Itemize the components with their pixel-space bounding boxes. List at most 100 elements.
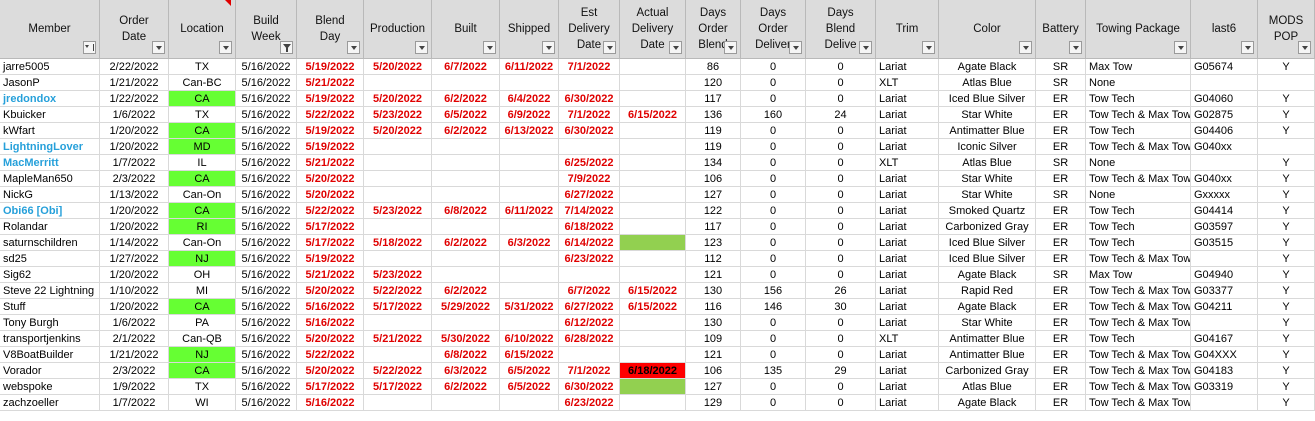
cell-days-order-blend[interactable]: 86 (686, 59, 741, 75)
cell-days-blend-deliver[interactable]: 0 (806, 59, 876, 75)
cell-shipped[interactable] (500, 155, 559, 171)
cell-days-blend-deliver[interactable]: 0 (806, 91, 876, 107)
cell-member[interactable]: JasonP (0, 75, 100, 91)
cell-location[interactable]: Can-QB (169, 331, 236, 347)
cell-est-delivery-date[interactable]: 7/1/2022 (559, 363, 620, 379)
cell-shipped[interactable]: 6/13/2022 (500, 123, 559, 139)
cell-battery[interactable]: SR (1036, 75, 1086, 91)
cell-last6[interactable] (1191, 75, 1258, 91)
cell-member[interactable]: Stuff (0, 299, 100, 315)
cell-color[interactable]: Star White (939, 107, 1036, 123)
cell-blend-day[interactable]: 5/20/2022 (297, 187, 364, 203)
cell-color[interactable]: Star White (939, 315, 1036, 331)
cell-production[interactable] (364, 75, 432, 91)
cell-built[interactable] (432, 75, 500, 91)
cell-order-date[interactable]: 1/10/2022 (100, 283, 169, 299)
cell-blend-day[interactable]: 5/22/2022 (297, 203, 364, 219)
cell-member[interactable]: NickG (0, 187, 100, 203)
cell-built[interactable] (432, 155, 500, 171)
cell-est-delivery-date[interactable] (559, 139, 620, 155)
cell-est-delivery-date[interactable] (559, 347, 620, 363)
cell-est-delivery-date[interactable]: 7/14/2022 (559, 203, 620, 219)
cell-days-order-blend[interactable]: 106 (686, 363, 741, 379)
cell-last6[interactable]: G04XXX (1191, 347, 1258, 363)
cell-last6[interactable]: G04183 (1191, 363, 1258, 379)
cell-est-delivery-date[interactable]: 6/30/2022 (559, 123, 620, 139)
cell-member[interactable]: Vorador (0, 363, 100, 379)
cell-towing-package[interactable]: Tow Tech & Max Tow (1086, 171, 1191, 187)
cell-shipped[interactable]: 6/5/2022 (500, 363, 559, 379)
cell-actual-delivery-date[interactable] (620, 251, 686, 267)
cell-location[interactable]: IL (169, 155, 236, 171)
cell-color[interactable]: Agate Black (939, 395, 1036, 411)
cell-order-date[interactable]: 1/14/2022 (100, 235, 169, 251)
cell-location[interactable]: OH (169, 267, 236, 283)
cell-member[interactable]: Obi66 [Obi] (0, 203, 100, 219)
cell-trim[interactable]: Lariat (876, 203, 939, 219)
cell-days-order-deliver[interactable]: 0 (741, 267, 806, 283)
cell-mods-pop[interactable]: Y (1258, 91, 1315, 107)
cell-order-date[interactable]: 1/20/2022 (100, 219, 169, 235)
cell-production[interactable]: 5/17/2022 (364, 379, 432, 395)
cell-blend-day[interactable]: 5/19/2022 (297, 91, 364, 107)
cell-order-date[interactable]: 1/21/2022 (100, 75, 169, 91)
cell-battery[interactable]: ER (1036, 379, 1086, 395)
cell-days-order-deliver[interactable]: 0 (741, 395, 806, 411)
cell-member[interactable]: webspoke (0, 379, 100, 395)
cell-build-week[interactable]: 5/16/2022 (236, 315, 297, 331)
cell-trim[interactable]: Lariat (876, 363, 939, 379)
cell-color[interactable]: Carbonized Gray (939, 363, 1036, 379)
cell-towing-package[interactable]: Tow Tech (1086, 219, 1191, 235)
cell-order-date[interactable]: 1/7/2022 (100, 395, 169, 411)
cell-towing-package[interactable]: Tow Tech (1086, 203, 1191, 219)
cell-color[interactable]: Agate Black (939, 299, 1036, 315)
cell-days-order-blend[interactable]: 134 (686, 155, 741, 171)
cell-last6[interactable]: G02875 (1191, 107, 1258, 123)
cell-last6[interactable]: G03377 (1191, 283, 1258, 299)
cell-days-order-deliver[interactable]: 0 (741, 123, 806, 139)
cell-actual-delivery-date[interactable] (620, 315, 686, 331)
cell-days-order-blend[interactable]: 122 (686, 203, 741, 219)
cell-mods-pop[interactable]: Y (1258, 219, 1315, 235)
cell-production[interactable]: 5/18/2022 (364, 235, 432, 251)
cell-member[interactable]: jarre5005 (0, 59, 100, 75)
cell-built[interactable]: 6/5/2022 (432, 107, 500, 123)
cell-trim[interactable]: Lariat (876, 171, 939, 187)
cell-last6[interactable]: G04167 (1191, 331, 1258, 347)
cell-battery[interactable]: ER (1036, 331, 1086, 347)
cell-battery[interactable]: ER (1036, 219, 1086, 235)
cell-mods-pop[interactable] (1258, 75, 1315, 91)
cell-built[interactable] (432, 139, 500, 155)
cell-built[interactable]: 6/8/2022 (432, 203, 500, 219)
cell-days-order-deliver[interactable]: 0 (741, 171, 806, 187)
cell-days-order-blend[interactable]: 130 (686, 315, 741, 331)
cell-blend-day[interactable]: 5/19/2022 (297, 139, 364, 155)
cell-location[interactable]: CA (169, 363, 236, 379)
cell-blend-day[interactable]: 5/16/2022 (297, 395, 364, 411)
cell-days-blend-deliver[interactable]: 29 (806, 363, 876, 379)
cell-production[interactable]: 5/17/2022 (364, 299, 432, 315)
cell-towing-package[interactable]: Tow Tech & Max Tow (1086, 299, 1191, 315)
cell-color[interactable]: Carbonized Gray (939, 219, 1036, 235)
cell-location[interactable]: NJ (169, 347, 236, 363)
cell-blend-day[interactable]: 5/19/2022 (297, 123, 364, 139)
cell-member[interactable]: sd25 (0, 251, 100, 267)
cell-built[interactable]: 5/29/2022 (432, 299, 500, 315)
cell-towing-package[interactable]: Tow Tech & Max Tow (1086, 379, 1191, 395)
cell-battery[interactable]: SR (1036, 155, 1086, 171)
cell-order-date[interactable]: 1/21/2022 (100, 347, 169, 363)
cell-mods-pop[interactable]: Y (1258, 363, 1315, 379)
cell-est-delivery-date[interactable]: 6/14/2022 (559, 235, 620, 251)
cell-days-blend-deliver[interactable]: 26 (806, 283, 876, 299)
cell-order-date[interactable]: 1/20/2022 (100, 203, 169, 219)
cell-towing-package[interactable]: Tow Tech & Max Tow (1086, 347, 1191, 363)
cell-mods-pop[interactable]: Y (1258, 235, 1315, 251)
cell-days-blend-deliver[interactable]: 0 (806, 123, 876, 139)
cell-mods-pop[interactable]: Y (1258, 123, 1315, 139)
cell-days-order-blend[interactable]: 119 (686, 123, 741, 139)
cell-mods-pop[interactable]: Y (1258, 251, 1315, 267)
cell-order-date[interactable]: 1/27/2022 (100, 251, 169, 267)
cell-actual-delivery-date[interactable] (620, 203, 686, 219)
cell-shipped[interactable]: 6/11/2022 (500, 203, 559, 219)
cell-location[interactable]: PA (169, 315, 236, 331)
